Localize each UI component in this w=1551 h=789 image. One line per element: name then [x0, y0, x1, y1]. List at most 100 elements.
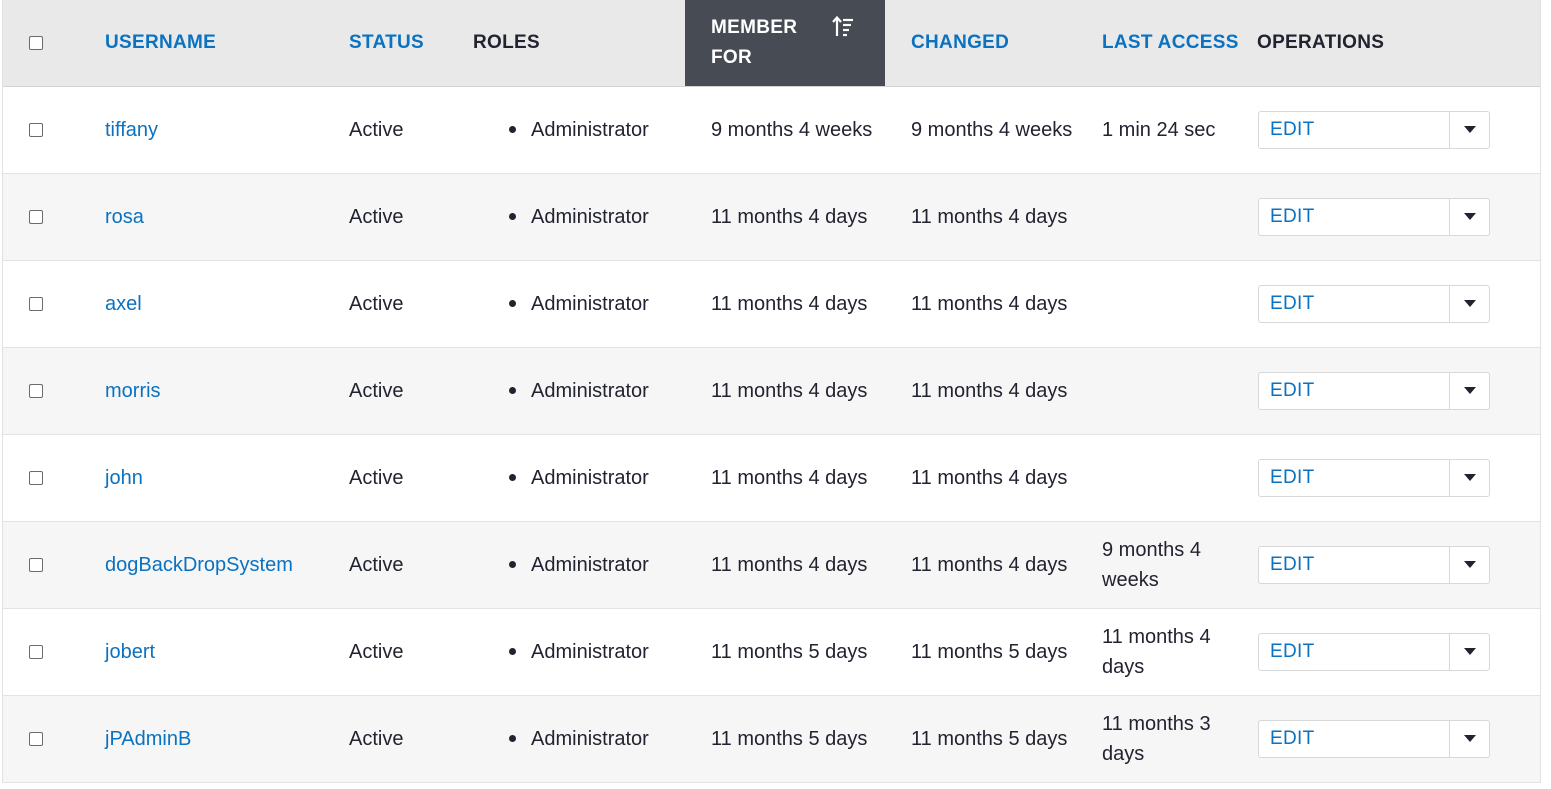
chevron-down-icon — [1463, 300, 1476, 307]
member-for-text: 11 months 4 days — [711, 292, 868, 315]
username-link[interactable]: morris — [105, 380, 161, 402]
table-row: dogBackDropSystem Active Administrator 1… — [3, 521, 1540, 608]
status-cell: Active — [349, 434, 473, 521]
edit-button[interactable]: EDIT — [1259, 720, 1450, 757]
roles-cell: Administrator — [473, 260, 685, 347]
changed-text: 11 months 4 days — [911, 205, 1068, 228]
column-status-label[interactable]: STATUS — [349, 32, 424, 53]
edit-button[interactable]: EDIT — [1259, 546, 1450, 583]
operations-toggle-button[interactable] — [1450, 199, 1489, 235]
operations-dropbutton: EDIT — [1258, 458, 1490, 497]
bullet-icon — [509, 387, 516, 394]
username-cell: jPAdminB — [105, 695, 349, 782]
username-link[interactable]: tiffany — [105, 119, 158, 141]
member-for-text: 11 months 5 days — [711, 640, 868, 663]
last-access-cell: 11 months 4 days — [1076, 608, 1257, 695]
changed-cell: 11 months 4 days — [885, 173, 1076, 260]
status-text: Active — [349, 640, 404, 663]
edit-button[interactable]: EDIT — [1259, 198, 1450, 235]
edit-button[interactable]: EDIT — [1259, 633, 1450, 670]
status-cell: Active — [349, 521, 473, 608]
chevron-down-icon — [1463, 561, 1476, 568]
row-select-cell — [3, 173, 105, 260]
operations-toggle-button[interactable] — [1450, 460, 1489, 496]
users-table: USERNAME STATUS ROLES MEMBER FOR CHANGED… — [3, 0, 1540, 783]
last-access-cell — [1076, 347, 1257, 434]
row-select-checkbox[interactable] — [29, 209, 43, 224]
username-link[interactable]: john — [105, 467, 143, 489]
operations-toggle-button[interactable] — [1450, 112, 1489, 148]
row-select-cell — [3, 608, 105, 695]
column-username[interactable]: USERNAME — [105, 0, 349, 87]
last-access-cell: 11 months 3 days — [1076, 695, 1257, 782]
chevron-down-icon — [1463, 387, 1476, 394]
bullet-icon — [509, 648, 516, 655]
chevron-down-icon — [1463, 648, 1476, 655]
row-select-checkbox[interactable] — [29, 557, 43, 572]
roles-cell: Administrator — [473, 434, 685, 521]
sort-descending-icon[interactable] — [832, 15, 854, 39]
row-select-checkbox[interactable] — [29, 383, 43, 398]
select-all-checkbox[interactable] — [29, 35, 43, 50]
role-list-item: Administrator — [473, 115, 685, 145]
row-select-checkbox[interactable] — [29, 644, 43, 659]
column-member-for[interactable]: MEMBER FOR — [685, 0, 885, 87]
role-text: Administrator — [531, 727, 649, 750]
operations-toggle-button[interactable] — [1450, 547, 1489, 583]
last-access-cell — [1076, 260, 1257, 347]
bullet-icon — [509, 126, 516, 133]
operations-cell: EDIT — [1257, 260, 1540, 347]
username-link[interactable]: jobert — [105, 641, 155, 663]
column-last-access-label[interactable]: LAST ACCESS — [1076, 32, 1239, 53]
role-list-item: Administrator — [473, 724, 685, 754]
last-access-cell — [1076, 434, 1257, 521]
row-select-cell — [3, 347, 105, 434]
row-select-checkbox[interactable] — [29, 470, 43, 485]
column-last-access[interactable]: LAST ACCESS — [1076, 0, 1257, 87]
edit-button[interactable]: EDIT — [1259, 285, 1450, 322]
member-for-cell: 11 months 4 days — [685, 521, 885, 608]
operations-toggle-button[interactable] — [1450, 286, 1489, 322]
member-for-text: 9 months 4 weeks — [711, 118, 873, 141]
bullet-icon — [509, 213, 516, 220]
username-cell: tiffany — [105, 86, 349, 173]
operations-toggle-button[interactable] — [1450, 373, 1489, 409]
role-list-item: Administrator — [473, 202, 685, 232]
row-select-checkbox[interactable] — [29, 731, 43, 746]
member-for-cell: 9 months 4 weeks — [685, 86, 885, 173]
username-link[interactable]: rosa — [105, 206, 144, 228]
column-changed[interactable]: CHANGED — [885, 0, 1076, 87]
row-select-checkbox[interactable] — [29, 296, 43, 311]
column-operations-label: OPERATIONS — [1257, 31, 1385, 53]
member-for-text: 11 months 5 days — [711, 727, 868, 750]
row-select-checkbox[interactable] — [29, 122, 43, 137]
chevron-down-icon — [1463, 474, 1476, 481]
edit-button[interactable]: EDIT — [1259, 111, 1450, 148]
username-link[interactable]: axel — [105, 293, 142, 315]
role-text: Administrator — [531, 379, 649, 402]
username-link[interactable]: jPAdminB — [105, 728, 191, 750]
edit-button[interactable]: EDIT — [1259, 459, 1450, 496]
table-row: axel Active Administrator 11 months 4 da… — [3, 260, 1540, 347]
edit-button[interactable]: EDIT — [1259, 372, 1450, 409]
role-text: Administrator — [531, 553, 649, 576]
member-for-cell: 11 months 5 days — [685, 608, 885, 695]
column-member-for-label[interactable]: MEMBER FOR — [685, 13, 831, 73]
changed-cell: 11 months 4 days — [885, 434, 1076, 521]
table-row: jobert Active Administrator 11 months 5 … — [3, 608, 1540, 695]
operations-dropbutton: EDIT — [1258, 110, 1490, 149]
operations-toggle-button[interactable] — [1450, 721, 1489, 757]
status-cell: Active — [349, 347, 473, 434]
username-link[interactable]: dogBackDropSystem — [105, 554, 293, 576]
member-for-cell: 11 months 4 days — [685, 434, 885, 521]
column-changed-label[interactable]: CHANGED — [885, 32, 1009, 53]
column-roles-label: ROLES — [473, 31, 540, 53]
column-username-label[interactable]: USERNAME — [105, 32, 216, 53]
status-cell: Active — [349, 260, 473, 347]
last-access-text: 11 months 3 days — [1102, 712, 1211, 765]
changed-cell: 11 months 4 days — [885, 521, 1076, 608]
column-status[interactable]: STATUS — [349, 0, 473, 87]
operations-cell: EDIT — [1257, 347, 1540, 434]
operations-toggle-button[interactable] — [1450, 634, 1489, 670]
changed-text: 11 months 4 days — [911, 466, 1068, 489]
